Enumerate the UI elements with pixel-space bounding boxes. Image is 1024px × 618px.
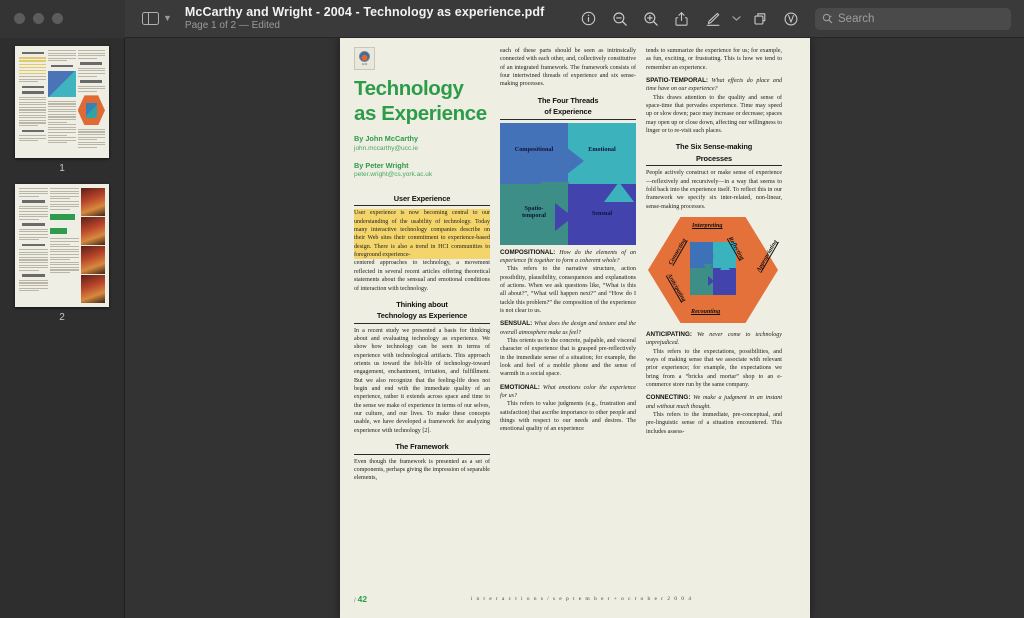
document-title: McCarthy and Wright - 2004 - Technology … [184,5,545,19]
title-bar: ▼ McCarthy and Wright - 2004 - Technolog… [0,0,1024,38]
sensual-body: This orients us to the concrete, palpabl… [500,337,636,378]
highlighted-paragraph[interactable]: User experience is now becoming central … [354,209,490,260]
thumbnail-label-1: 1 [59,163,65,174]
thumbnail-item-1[interactable]: 1 [0,46,124,174]
annotate-icon[interactable] [775,6,806,32]
document-subtitle: Page 1 of 2 — Edited [184,20,280,31]
heading-four-threads-line2: of Experience [544,107,592,117]
page-column-3: tends to summarize the experience for us… [646,47,782,587]
rule [646,165,782,167]
zoom-button[interactable] [52,13,63,24]
zoom-out-icon[interactable] [604,6,635,32]
heading-thinking-line2: Technology as Experience [376,311,468,321]
author-1-email: john.mccarthy@ucc.ie [354,144,419,152]
footer-journal-line: i n t e r a c t i o n s / s e p t e m b … [470,596,693,602]
paragraph-framework: Even though the framework is presented a… [354,458,490,482]
title-bar-center: ▼ McCarthy and Wright - 2004 - Technolog… [125,0,573,38]
sidebar-toggle-button[interactable]: ▼ [140,10,174,27]
heading-thinking-line1: Thinking about [396,299,448,309]
window-controls [0,0,125,38]
author-2-name: By Peter Wright [354,160,409,170]
footer-page-marker: / 42 [354,594,368,604]
share-icon[interactable] [666,6,697,32]
document-title-block: McCarthy and Wright - 2004 - Technology … [185,5,544,32]
compositional-term: COMPOSITIONAL: [500,248,556,256]
emotional-definition: EMOTIONAL: What emotions color the exper… [500,384,636,401]
thumbnail-sidebar[interactable]: 1 2 [0,38,125,618]
figure-six-sense-making: Interpreting Reflecting Appropriating Re… [646,215,782,327]
paragraph-col3-top: tends to summarize the experience for us… [646,48,782,71]
rule [500,118,636,120]
anticipating-definition: ANTICIPATING: We never come to technolog… [646,331,782,348]
sensual-definition: SENSUAL: What does the design and textur… [500,320,636,337]
page-thumbnail-2[interactable] [15,184,109,307]
heading-six-processes-line2: Processes [695,153,733,163]
paragraph-thinking: In a recent study we presented a basis f… [354,327,490,434]
page-footer: / 42 i n t e r a c t i o n s / s e p t e… [354,593,796,605]
heading-framework: The Framework [395,442,449,452]
thumbnail-item-2[interactable]: 2 [0,184,124,323]
acm-logo-icon: ACM [354,47,375,70]
zoom-in-icon[interactable] [635,6,666,32]
rule [354,453,490,455]
compositional-body: This refers to the narrative structure, … [500,266,636,314]
preview-window: ▼ McCarthy and Wright - 2004 - Technolog… [0,0,1024,618]
puzzle-tab-b [540,181,570,202]
search-placeholder: Search [838,12,875,25]
spatio-definition: SPATIO-TEMPORAL: What effects do place a… [646,77,782,94]
author-2-email: peter.wright@cs.york.ac.uk [354,171,433,178]
article-title-line2: as Experience [354,102,487,125]
rule [354,205,490,207]
page-thumbnail-1[interactable] [15,46,109,158]
figure-label-compositional: Compositional [514,145,554,153]
footer-page-number: 42 [357,594,368,604]
spatio-temporal-term: SPATIO-TEMPORAL: [646,77,709,85]
heading-user-experience: User Experience [393,194,451,203]
markup-options-chevron-icon[interactable] [728,6,744,32]
info-icon[interactable] [573,6,604,32]
hex-label-interpreting: Interpreting [692,222,723,229]
paragraph-user-experience-rest: centered approaches to technology, a mov… [354,260,490,292]
paragraph-col2-top: each of these parts should be seen as in… [500,48,636,88]
traffic-lights [14,13,63,24]
quadrant-compositional [500,122,568,184]
anticipating-term: ANTICIPATING: [646,330,692,338]
chevron-down-icon[interactable]: ▼ [163,14,172,23]
figure-four-threads: Compositional Emotional Spatio- temporal… [500,122,636,245]
page-column-1: ACM Technology as Experience By John McC… [354,47,490,587]
sensual-term: SENSUAL: [500,320,533,328]
emotional-term: EMOTIONAL: [500,383,540,391]
search-field[interactable]: Search [815,7,1011,30]
connecting-definition: CONNECTING: We make a judgment in an ins… [646,394,782,411]
thumbnail-label-2: 2 [59,312,65,323]
connecting-body: This refers to the immediate, pre-concep… [646,412,782,435]
anticipating-body: This refers to the expectations, possibi… [646,348,782,389]
minimize-button[interactable] [33,13,44,24]
figure-label-spatio-temporal: Spatio- temporal [521,204,547,220]
close-button[interactable] [14,13,25,24]
markup-icon[interactable] [697,6,728,32]
pdf-viewer[interactable]: ACM Technology as Experience By John McC… [125,38,1024,618]
compositional-definition: COMPOSITIONAL: How do the elements of an… [500,249,636,266]
connecting-term: CONNECTING: [646,394,691,402]
search-icon [822,13,833,24]
hex-label-recounting: Recounting [691,308,721,315]
sidebar-icon [142,11,159,26]
figure-label-emotional: Emotional [588,145,616,153]
hexagon-inner-puzzle [690,241,736,295]
paragraph-six-processes: People actively construct or make sense … [646,170,782,210]
pdf-page-1: ACM Technology as Experience By John McC… [340,38,810,618]
rule [354,322,490,324]
page-column-2: each of these parts should be seen as in… [500,47,636,587]
figure-label-sensual: Sensual [591,209,613,217]
heading-six-processes-line1: The Six Sense-making [675,142,753,152]
heading-four-threads-line1: The Four Threads [537,95,599,105]
puzzle-tab-c [604,181,634,202]
spatio-temporal-body: This draws attention to the quality and … [646,94,782,135]
emotional-body: This refers to value judgments (e.g., fr… [500,401,636,433]
article-title-line1: Technology [354,77,464,100]
rotate-icon[interactable] [744,6,775,32]
toolbar-actions: Search [573,0,1024,38]
author-1-name: By John McCarthy [354,134,419,143]
